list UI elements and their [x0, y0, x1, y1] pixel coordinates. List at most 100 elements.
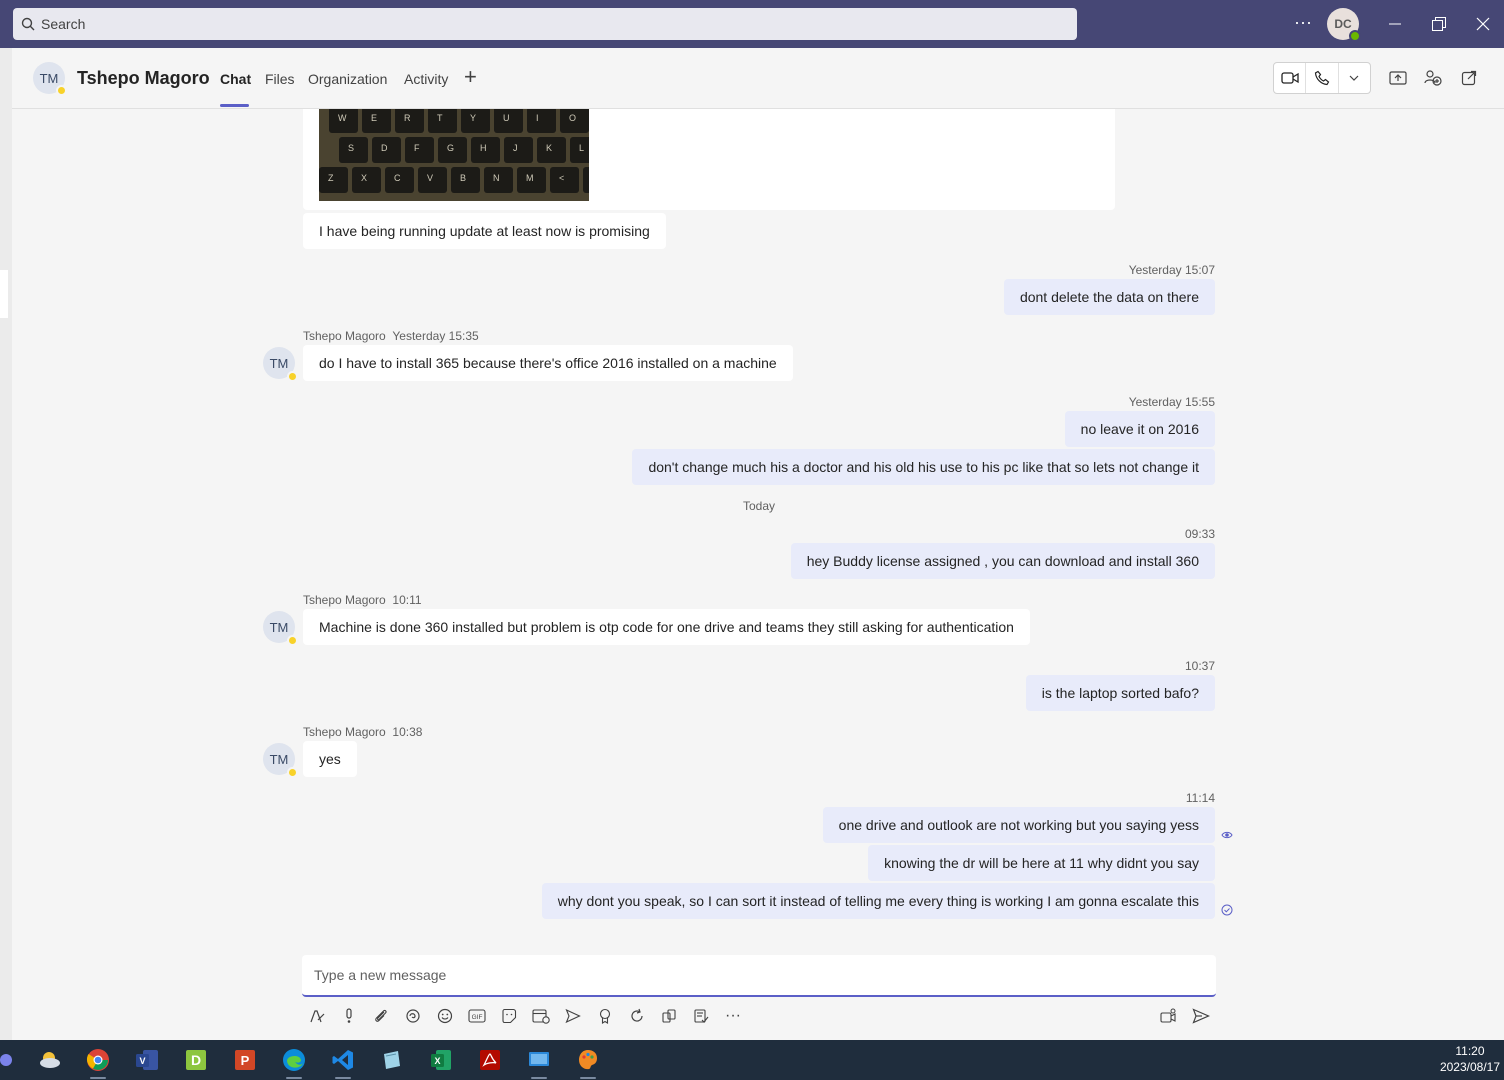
tab-organization[interactable]: Organization	[308, 71, 387, 87]
keyboard-key-label: S	[348, 143, 354, 153]
share-screen-button[interactable]	[1387, 67, 1409, 89]
add-tab-button[interactable]: +	[464, 66, 477, 88]
send-button[interactable]	[1190, 1005, 1212, 1027]
sender-avatar[interactable]: TM	[263, 611, 298, 646]
message-bubble[interactable]: Machine is done 360 installed but proble…	[303, 609, 1030, 645]
emoji-icon	[437, 1008, 453, 1024]
message-compose-input[interactable]: Type a new message	[302, 955, 1216, 997]
notepad-d-icon[interactable]: D	[182, 1046, 210, 1074]
praise-button[interactable]	[594, 1005, 616, 1027]
message-bubble[interactable]: I have being running update at least now…	[303, 213, 666, 249]
minimize-button[interactable]	[1379, 8, 1411, 40]
message-bubble[interactable]: dont delete the data on there	[1003, 279, 1215, 315]
loop-button[interactable]	[402, 1005, 424, 1027]
sender-avatar[interactable]: TM	[263, 347, 298, 382]
keyboard-key	[405, 137, 434, 163]
chat-header: TM Tshepo Magoro Chat Files Organization…	[12, 48, 1504, 109]
sender-name: Tshepo Magoro	[303, 329, 386, 343]
svg-text:P: P	[241, 1053, 250, 1068]
search-input[interactable]: Search	[13, 8, 1077, 40]
keyboard-key-label: K	[546, 143, 552, 153]
priority-button[interactable]	[338, 1005, 360, 1027]
keyboard-key	[550, 167, 579, 193]
keyboard-photo[interactable]: WERTYUIOPSDFGHJKLZXCVBNM<>	[319, 109, 589, 201]
schedule-meeting-button[interactable]	[530, 1005, 552, 1027]
format-button[interactable]	[306, 1005, 328, 1027]
date-divider: Today	[743, 499, 776, 513]
audio-call-button[interactable]	[1306, 63, 1339, 93]
emoji-button[interactable]	[434, 1005, 456, 1027]
apps-button[interactable]	[658, 1005, 680, 1027]
keyboard-key-label: H	[480, 143, 487, 153]
more-options-button[interactable]: ···	[722, 1005, 744, 1027]
more-options-button[interactable]: ···	[1290, 12, 1316, 36]
close-button[interactable]	[1467, 8, 1499, 40]
rdp-icon[interactable]	[525, 1046, 553, 1079]
message-bubble[interactable]: one drive and outlook are not working bu…	[822, 807, 1215, 843]
contact-avatar[interactable]: TM	[33, 62, 67, 96]
rail-tab[interactable]	[0, 270, 8, 318]
add-people-button[interactable]	[1422, 67, 1444, 89]
svg-text:D: D	[191, 1052, 201, 1068]
pop-out-button[interactable]	[1458, 67, 1480, 89]
message-bubble[interactable]: do I have to install 365 because there's…	[303, 345, 793, 381]
message-bubble[interactable]: knowing the dr will be here at 11 why di…	[868, 845, 1215, 881]
call-options-button[interactable]	[1339, 63, 1370, 93]
available-status-icon	[1349, 30, 1361, 42]
tab-chat[interactable]: Chat	[220, 71, 251, 87]
sticker-button[interactable]	[498, 1005, 520, 1027]
video-clip-button[interactable]	[1158, 1005, 1180, 1027]
teams-icon[interactable]	[0, 1046, 14, 1074]
sender-avatar[interactable]: TM	[263, 743, 298, 778]
edge-icon[interactable]	[280, 1046, 308, 1079]
acrobat-icon[interactable]	[476, 1046, 504, 1074]
message-bubble[interactable]: don't change much his a doctor and his o…	[632, 449, 1215, 485]
message-bubble[interactable]: hey Buddy license assigned , you can dow…	[790, 543, 1215, 579]
approvals-button[interactable]	[690, 1005, 712, 1027]
message-bubble[interactable]: why dont you speak, so I can sort it ins…	[541, 883, 1215, 919]
message-bubble[interactable]: no leave it on 2016	[1064, 411, 1215, 447]
powerpoint-icon[interactable]: P	[231, 1046, 259, 1074]
message-list: WERTYUIOPSDFGHJKLZXCVBNM<> I have being …	[12, 109, 1504, 949]
keyboard-key-label: J	[513, 143, 518, 153]
keyboard-key-label: G	[447, 143, 454, 153]
message-timestamp: 10:38	[392, 725, 423, 739]
keyboard-key	[583, 167, 589, 193]
visio-icon[interactable]: V	[133, 1046, 161, 1074]
away-status-icon	[287, 635, 298, 646]
sender-name: Tshepo Magoro	[303, 593, 386, 607]
excel-icon[interactable]: X	[427, 1046, 455, 1074]
paperclip-icon	[375, 1009, 387, 1022]
message-bubble[interactable]: is the laptop sorted bafo?	[1025, 675, 1215, 711]
restore-button[interactable]	[1423, 8, 1455, 40]
keyboard-key-label: O	[569, 113, 576, 123]
keyboard-key-label: W	[338, 113, 347, 123]
keyboard-key-label: B	[460, 173, 466, 183]
image-message-card[interactable]: WERTYUIOPSDFGHJKLZXCVBNM<>	[303, 109, 1115, 210]
system-clock[interactable]: 11:20 2023/08/17	[1440, 1043, 1500, 1075]
attach-button[interactable]	[370, 1005, 392, 1027]
keyboard-key-label: <	[559, 173, 564, 183]
notes-icon[interactable]	[378, 1046, 406, 1074]
send-later-button[interactable]	[562, 1005, 584, 1027]
chrome-icon[interactable]	[84, 1046, 112, 1079]
message-timestamp: Yesterday 15:07	[1128, 263, 1215, 277]
keyboard-key-label: Y	[470, 113, 476, 123]
refresh-button[interactable]	[626, 1005, 648, 1027]
avatar-initials: TM	[269, 355, 289, 371]
message-timestamp: 10:37	[1184, 659, 1215, 673]
keyboard-key-label: F	[414, 143, 420, 153]
tab-activity[interactable]: Activity	[404, 71, 448, 87]
gif-button[interactable]: GIF	[466, 1005, 488, 1027]
phone-icon	[1314, 70, 1330, 86]
keyboard-key-label: D	[381, 143, 388, 153]
tab-files[interactable]: Files	[265, 71, 295, 87]
weather-icon[interactable]	[35, 1046, 63, 1074]
paint-icon[interactable]	[574, 1046, 602, 1079]
gif-icon: GIF	[468, 1009, 486, 1023]
message-bubble[interactable]: yes	[303, 741, 357, 777]
sticker-icon	[502, 1008, 517, 1024]
video-call-button[interactable]	[1274, 63, 1307, 93]
profile-avatar[interactable]: DC	[1327, 8, 1361, 42]
vscode-icon[interactable]	[329, 1046, 357, 1079]
